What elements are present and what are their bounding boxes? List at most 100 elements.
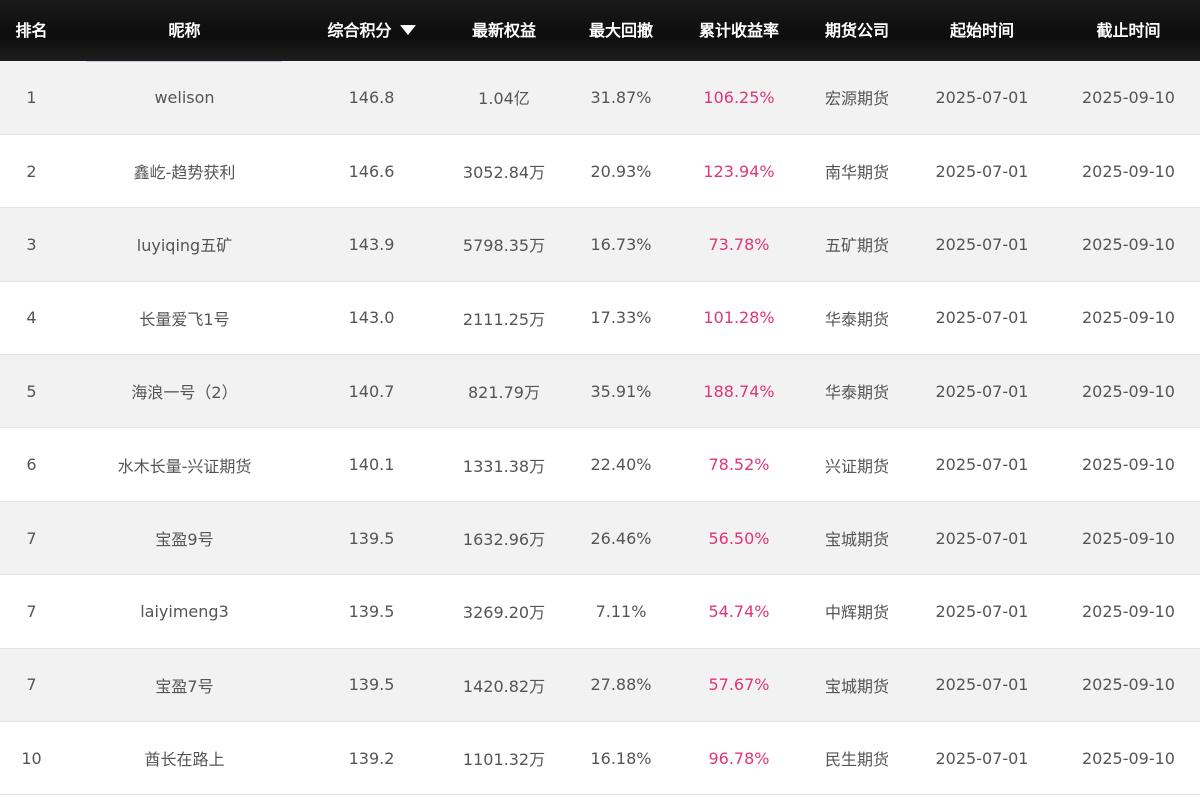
drawdown-cell: 20.93% (571, 134, 671, 209)
table-row[interactable]: 4 长量爱飞1号 143.0 2111.25万 17.33% 101.28% 华泰期货 202… (0, 281, 1200, 356)
company-cell: 华泰期货 (807, 281, 907, 356)
table-row[interactable]: 1 welison 146.8 1.04亿 31.87% 106.25% 宏源期货 2025-… (0, 61, 1200, 135)
rank-cell: 10 (0, 721, 63, 796)
header-end-time[interactable]: 截止时间 (1057, 0, 1200, 61)
company-cell: 宝城期货 (807, 648, 907, 723)
rank-cell: 5 (0, 354, 63, 429)
end-time-cell: 2025-09-10 (1057, 427, 1200, 502)
equity-cell: 3052.84万 (437, 134, 571, 209)
table-row[interactable]: 5 海浪一号（2） 140.7 821.79万 35.91% 188.74% 华泰期货 202… (0, 354, 1200, 429)
start-time-cell: 2025-07-01 (907, 427, 1057, 502)
score-cell: 140.1 (306, 427, 437, 502)
equity-cell: 821.79万 (437, 354, 571, 429)
return-rate-cell: 57.67% (671, 648, 807, 723)
company-cell: 宝城期货 (807, 501, 907, 576)
drawdown-cell: 26.46% (571, 501, 671, 576)
end-time-cell: 2025-09-10 (1057, 207, 1200, 282)
rank-cell: 7 (0, 648, 63, 723)
drawdown-cell: 7.11% (571, 574, 671, 649)
ranking-table: 排名 昵称 综合积分 最新权益 最大回撤 累计收益率 期货公司 起始时间 截止时… (0, 0, 1200, 796)
company-cell: 宏源期货 (807, 61, 907, 135)
equity-cell: 1.04亿 (437, 61, 571, 135)
header-start-time[interactable]: 起始时间 (907, 0, 1057, 61)
equity-cell: 1101.32万 (437, 721, 571, 796)
return-rate-cell: 54.74% (671, 574, 807, 649)
drawdown-cell: 17.33% (571, 281, 671, 356)
end-time-cell: 2025-09-10 (1057, 134, 1200, 209)
rank-cell: 4 (0, 281, 63, 356)
company-cell: 兴证期货 (807, 427, 907, 502)
end-time-cell: 2025-09-10 (1057, 501, 1200, 576)
return-rate-cell: 106.25% (671, 61, 807, 135)
ranking-table-container: 排名 昵称 综合积分 最新权益 最大回撤 累计收益率 期货公司 起始时间 截止时… (0, 0, 1200, 796)
table-row[interactable]: 7 laiyimeng3 139.5 3269.20万 7.11% 54.74% 中辉期货 2… (0, 574, 1200, 649)
score-cell: 143.0 (306, 281, 437, 356)
table-row[interactable]: 7 宝盈9号 139.5 1632.96万 26.46% 56.50% 宝城期货 2025-0… (0, 501, 1200, 576)
row-highlight-divider (86, 61, 282, 62)
start-time-cell: 2025-07-01 (907, 501, 1057, 576)
return-rate-cell: 188.74% (671, 354, 807, 429)
score-cell: 146.6 (306, 134, 437, 209)
table-row[interactable]: 6 水木长量-兴证期货 140.1 1331.38万 22.40% 78.52% 兴证期货 2… (0, 427, 1200, 502)
table-row[interactable]: 3 luyiqing五矿 143.9 5798.35万 16.73% 73.78% 五矿期货… (0, 207, 1200, 282)
header-row: 排名 昵称 综合积分 最新权益 最大回撤 累计收益率 期货公司 起始时间 截止时… (0, 0, 1200, 61)
start-time-cell: 2025-07-01 (907, 134, 1057, 209)
table-body: 1 welison 146.8 1.04亿 31.87% 106.25% 宏源期货 2025-… (0, 61, 1200, 796)
table-row[interactable]: 2 鑫屹-趋势获利 146.6 3052.84万 20.93% 123.94% 南华期货 20… (0, 134, 1200, 209)
end-time-cell: 2025-09-10 (1057, 354, 1200, 429)
nickname-cell: 宝盈7号 (63, 648, 306, 723)
start-time-cell: 2025-07-01 (907, 207, 1057, 282)
table-header: 排名 昵称 综合积分 最新权益 最大回撤 累计收益率 期货公司 起始时间 截止时… (0, 0, 1200, 61)
drawdown-cell: 22.40% (571, 427, 671, 502)
header-equity[interactable]: 最新权益 (437, 0, 571, 61)
nickname-cell: luyiqing五矿 (63, 207, 306, 282)
caret-down-icon[interactable] (399, 24, 416, 35)
header-nickname[interactable]: 昵称 (63, 0, 306, 61)
score-cell: 146.8 (306, 61, 437, 135)
header-drawdown[interactable]: 最大回撤 (571, 0, 671, 61)
nickname-cell: 宝盈9号 (63, 501, 306, 576)
return-rate-cell: 73.78% (671, 207, 807, 282)
start-time-cell: 2025-07-01 (907, 574, 1057, 649)
header-return-rate[interactable]: 累计收益率 (671, 0, 807, 61)
company-cell: 民生期货 (807, 721, 907, 796)
rank-cell: 7 (0, 501, 63, 576)
start-time-cell: 2025-07-01 (907, 281, 1057, 356)
company-cell: 五矿期货 (807, 207, 907, 282)
end-time-cell: 2025-09-10 (1057, 61, 1200, 135)
drawdown-cell: 16.73% (571, 207, 671, 282)
nickname-cell: 长量爱飞1号 (63, 281, 306, 356)
drawdown-cell: 16.18% (571, 721, 671, 796)
company-cell: 中辉期货 (807, 574, 907, 649)
drawdown-cell: 31.87% (571, 61, 671, 135)
score-cell: 139.5 (306, 501, 437, 576)
nickname-cell: welison (63, 61, 306, 135)
score-cell: 143.9 (306, 207, 437, 282)
drawdown-cell: 27.88% (571, 648, 671, 723)
start-time-cell: 2025-07-01 (907, 721, 1057, 796)
header-rank[interactable]: 排名 (0, 0, 63, 61)
company-cell: 南华期货 (807, 134, 907, 209)
equity-cell: 5798.35万 (437, 207, 571, 282)
rank-cell: 2 (0, 134, 63, 209)
header-score[interactable]: 综合积分 (306, 0, 437, 61)
nickname-cell: 水木长量-兴证期货 (63, 427, 306, 502)
return-rate-cell: 101.28% (671, 281, 807, 356)
return-rate-cell: 96.78% (671, 721, 807, 796)
table-row[interactable]: 10 酋长在路上 139.2 1101.32万 16.18% 96.78% 民生期货 2025… (0, 721, 1200, 796)
end-time-cell: 2025-09-10 (1057, 574, 1200, 649)
start-time-cell: 2025-07-01 (907, 61, 1057, 135)
score-cell: 139.5 (306, 648, 437, 723)
table-row[interactable]: 7 宝盈7号 139.5 1420.82万 27.88% 57.67% 宝城期货 2025-0… (0, 648, 1200, 723)
rank-cell: 6 (0, 427, 63, 502)
equity-cell: 1632.96万 (437, 501, 571, 576)
score-cell: 140.7 (306, 354, 437, 429)
rank-cell: 7 (0, 574, 63, 649)
drawdown-cell: 35.91% (571, 354, 671, 429)
start-time-cell: 2025-07-01 (907, 648, 1057, 723)
nickname-cell: laiyimeng3 (63, 574, 306, 649)
nickname-cell: 酋长在路上 (63, 721, 306, 796)
header-company[interactable]: 期货公司 (807, 0, 907, 61)
equity-cell: 1331.38万 (437, 427, 571, 502)
header-score-label: 综合积分 (327, 21, 392, 40)
